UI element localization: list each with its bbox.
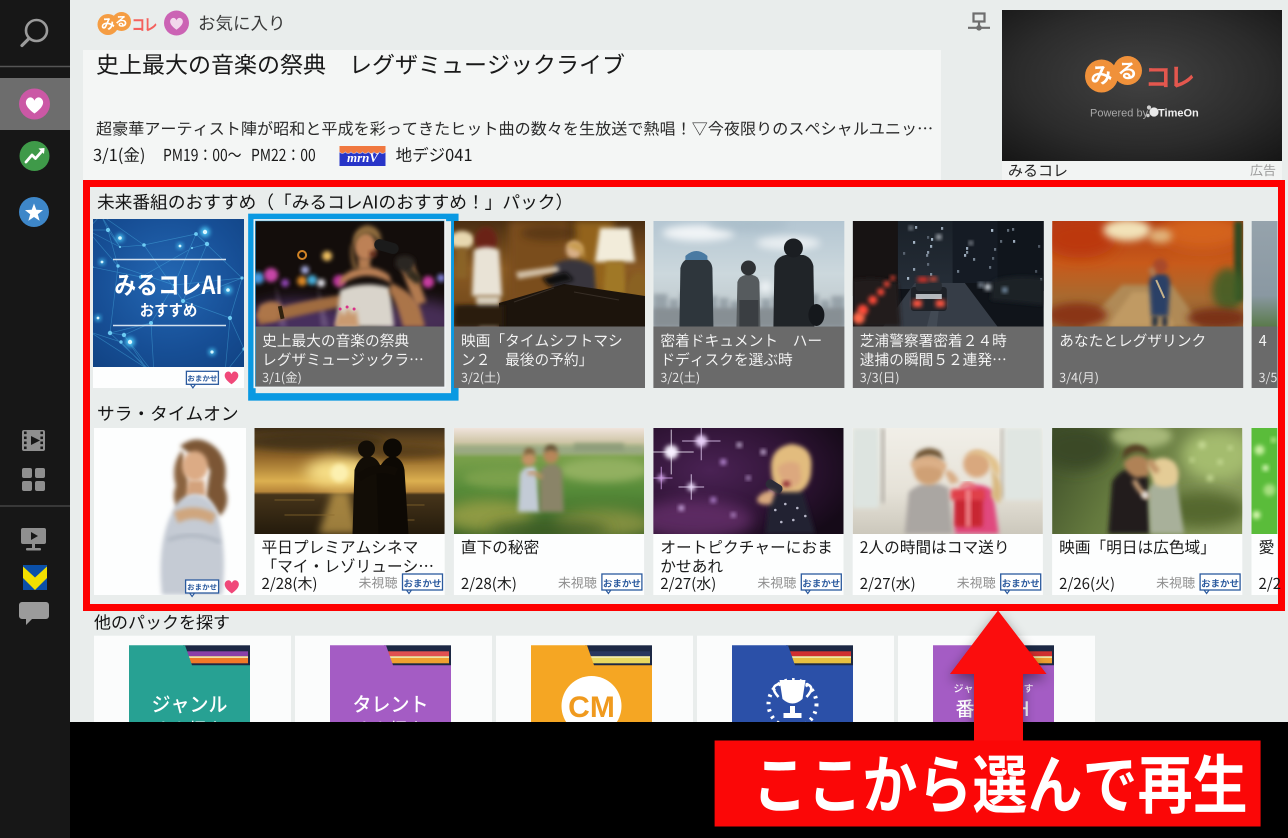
svg-text:CM: CM xyxy=(568,691,615,724)
svg-text:Powered by: Powered by xyxy=(1090,108,1149,120)
svg-text:TimeOn: TimeOn xyxy=(1158,108,1199,120)
svg-text:mrnV: mrnV xyxy=(347,150,379,165)
